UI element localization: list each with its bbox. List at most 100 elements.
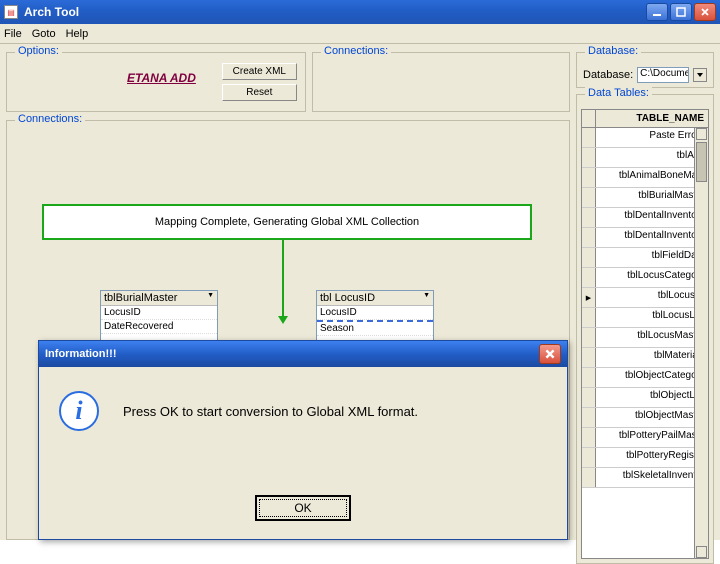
app-icon: ▤ — [4, 5, 18, 19]
listbox-locusid[interactable]: tbl LocusID LocusID Season — [316, 290, 434, 342]
cell[interactable]: tblObjectList — [596, 388, 708, 407]
table-row[interactable]: tblFieldData — [582, 248, 708, 268]
datatables-grid[interactable]: TABLE_NAME Paste ErrorstblAgetblAnimalBo… — [581, 109, 709, 559]
connections-top-group: Connections: — [312, 52, 570, 112]
cell[interactable]: tblAge — [596, 148, 708, 167]
cell[interactable]: tblMaterials — [596, 348, 708, 367]
cell[interactable]: tblObjectMaster — [596, 408, 708, 427]
list-item[interactable]: Season — [317, 320, 433, 336]
row-header[interactable] — [582, 448, 596, 467]
info-icon: i — [59, 391, 99, 431]
window-buttons — [646, 3, 716, 21]
row-header[interactable] — [582, 208, 596, 227]
cell[interactable]: tblLocusID — [596, 288, 708, 307]
create-xml-button[interactable]: Create XML — [222, 63, 297, 80]
row-header[interactable] — [582, 268, 596, 287]
row-header[interactable] — [582, 388, 596, 407]
cell[interactable]: tblLocusList — [596, 308, 708, 327]
list-item[interactable]: DateRecovered — [101, 320, 217, 334]
table-row[interactable]: tblPotteryRegistry — [582, 448, 708, 468]
menu-file[interactable]: File — [4, 28, 22, 40]
cell[interactable]: tblDentalInventory — [596, 228, 708, 247]
table-row[interactable]: tblObjectList — [582, 388, 708, 408]
table-row[interactable]: tblObjectCategory — [582, 368, 708, 388]
window-title: Arch Tool — [22, 5, 646, 19]
row-header[interactable] — [582, 188, 596, 207]
menu-goto[interactable]: Goto — [32, 28, 56, 40]
cell[interactable]: tblPotteryPailMaste — [596, 428, 708, 447]
list-item[interactable]: LocusID — [317, 306, 433, 320]
etana-add-link[interactable]: ETANA ADD — [127, 71, 196, 85]
connections-main-title: Connections: — [15, 113, 85, 125]
information-dialog: Information!!! i Press OK to start conve… — [38, 340, 568, 540]
database-group: Database: Database: C:\Documents a — [576, 52, 714, 88]
table-row[interactable]: tblLocusID — [582, 288, 708, 308]
row-header[interactable] — [582, 408, 596, 427]
row-header[interactable] — [582, 308, 596, 327]
dialog-title: Information!!! — [45, 348, 539, 360]
dialog-close-button[interactable] — [539, 344, 561, 364]
table-row[interactable]: tblDentalInventory — [582, 208, 708, 228]
table-row[interactable]: tblLocusList — [582, 308, 708, 328]
table-row[interactable]: tblAnimalBoneMast — [582, 168, 708, 188]
row-header[interactable] — [582, 428, 596, 447]
menu-help[interactable]: Help — [66, 28, 89, 40]
cell[interactable]: tblSkeletalInventor — [596, 468, 708, 487]
datatables-title: Data Tables: — [585, 87, 652, 99]
table-row[interactable]: tblLocusMaster — [582, 328, 708, 348]
table-row[interactable]: Paste Errors — [582, 128, 708, 148]
table-row[interactable]: tblMaterials — [582, 348, 708, 368]
minimize-button[interactable] — [646, 3, 668, 21]
table-row[interactable]: tblPotteryPailMaste — [582, 428, 708, 448]
row-header[interactable] — [582, 128, 596, 147]
scroll-down-icon[interactable] — [696, 546, 707, 558]
cell[interactable]: tblLocusMaster — [596, 328, 708, 347]
database-path-input[interactable]: C:\Documents a — [637, 67, 689, 83]
cell[interactable]: tblObjectCategory — [596, 368, 708, 387]
options-title: Options: — [15, 45, 62, 57]
list-item[interactable]: LocusID — [101, 306, 217, 320]
cell[interactable]: tblLocusCategory — [596, 268, 708, 287]
row-header[interactable] — [582, 368, 596, 387]
column-header[interactable]: TABLE_NAME — [596, 113, 708, 124]
database-dropdown-icon[interactable] — [693, 68, 707, 82]
listbox1-title[interactable]: tblBurialMaster — [101, 291, 217, 306]
cell[interactable]: tblAnimalBoneMast — [596, 168, 708, 187]
maximize-button[interactable] — [670, 3, 692, 21]
cell[interactable]: tblBurialMaster — [596, 188, 708, 207]
row-header[interactable] — [582, 248, 596, 267]
options-group: Options: ETANA ADD Create XML Reset — [6, 52, 306, 112]
database-label: Database: — [583, 69, 633, 81]
cell[interactable]: tblPotteryRegistry — [596, 448, 708, 467]
row-header[interactable] — [582, 348, 596, 367]
scroll-thumb[interactable] — [696, 142, 707, 182]
status-arrow-icon — [282, 240, 284, 318]
row-header[interactable] — [582, 228, 596, 247]
listbox2-title[interactable]: tbl LocusID — [317, 291, 433, 306]
grid-vertical-scrollbar[interactable] — [694, 128, 708, 558]
close-button[interactable] — [694, 3, 716, 21]
table-row[interactable]: tblObjectMaster — [582, 408, 708, 428]
ok-button[interactable]: OK — [255, 495, 351, 521]
table-row[interactable]: tblAge — [582, 148, 708, 168]
table-row[interactable]: tblSkeletalInventor — [582, 468, 708, 488]
grid-header: TABLE_NAME — [582, 110, 708, 128]
cell[interactable]: tblFieldData — [596, 248, 708, 267]
reset-button[interactable]: Reset — [222, 84, 297, 101]
table-row[interactable]: tblBurialMaster — [582, 188, 708, 208]
table-row[interactable]: tblDentalInventory — [582, 228, 708, 248]
dialog-titlebar[interactable]: Information!!! — [39, 341, 567, 367]
listbox-burialmaster[interactable]: tblBurialMaster LocusID DateRecovered — [100, 290, 218, 342]
row-header[interactable] — [582, 168, 596, 187]
table-row[interactable]: tblLocusCategory — [582, 268, 708, 288]
content-area: Options: ETANA ADD Create XML Reset Conn… — [0, 44, 720, 540]
cell[interactable]: tblDentalInventory — [596, 208, 708, 227]
menubar: File Goto Help — [0, 24, 720, 44]
scroll-up-icon[interactable] — [696, 128, 707, 140]
row-header[interactable] — [582, 288, 596, 307]
cell[interactable]: Paste Errors — [596, 128, 708, 147]
row-header[interactable] — [582, 468, 596, 487]
row-header[interactable] — [582, 148, 596, 167]
row-header[interactable] — [582, 328, 596, 347]
connections-top-title: Connections: — [321, 45, 391, 57]
